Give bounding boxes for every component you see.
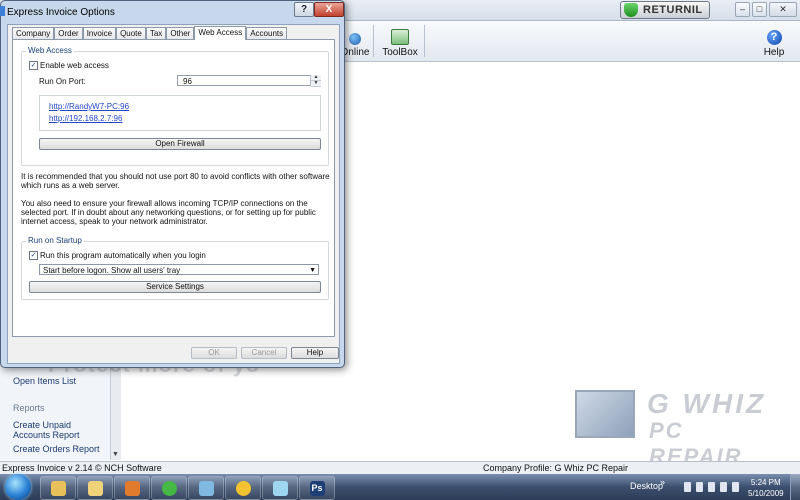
options-dialog: Express Invoice Options ? X Company Orde… bbox=[0, 0, 345, 368]
enable-web-access-checkbox[interactable]: ✓ bbox=[29, 61, 38, 70]
start-button[interactable] bbox=[5, 474, 31, 500]
web-access-group-label: Web Access bbox=[26, 46, 74, 55]
explorer-icon bbox=[87, 480, 103, 496]
run-on-login-checkbox[interactable]: ✓ bbox=[29, 251, 38, 260]
app-toolbar: Online ToolBox ? Help bbox=[340, 21, 800, 62]
tab-web-access[interactable]: Web Access bbox=[194, 26, 247, 40]
ok-button[interactable]: OK bbox=[191, 347, 237, 359]
port-label: Run On Port: bbox=[39, 77, 86, 86]
url-link-hostname[interactable]: http://RandyW7-PC:96 bbox=[49, 102, 129, 111]
service-settings-button[interactable]: Service Settings bbox=[29, 281, 321, 293]
taskbar-explorer[interactable] bbox=[77, 476, 113, 500]
dialog-title: Express Invoice Options bbox=[7, 7, 115, 18]
tray-network-icon[interactable] bbox=[684, 482, 691, 492]
toolbar-help-label: Help bbox=[763, 47, 785, 58]
toolbar-toolbox-label: ToolBox bbox=[382, 47, 418, 58]
tray-flag-icon[interactable] bbox=[708, 482, 715, 492]
toolbar-toolbox-button[interactable]: ToolBox bbox=[380, 21, 420, 61]
sidebar-heading-reports: Reports bbox=[13, 403, 45, 413]
toolbar-separator bbox=[424, 25, 425, 57]
returnil-badge[interactable]: RETURNIL bbox=[620, 1, 710, 19]
logo-line1: G WHIZ bbox=[647, 388, 767, 419]
spin-down-icon[interactable]: ▼ bbox=[311, 81, 321, 87]
port-input[interactable]: 96 bbox=[177, 75, 320, 86]
chevron-down-icon: ▼ bbox=[309, 267, 316, 274]
sidebar-item-orders-report[interactable]: Create Orders Report bbox=[13, 444, 100, 454]
toolbox-icon bbox=[391, 29, 409, 45]
startup-mode-value: Start before logon. Show all users' tray bbox=[43, 266, 181, 275]
open-firewall-button[interactable]: Open Firewall bbox=[39, 138, 321, 150]
dialog-close-button[interactable]: X bbox=[314, 2, 344, 17]
monitor-icon bbox=[575, 390, 635, 438]
taskbar-photoshop[interactable]: Ps bbox=[299, 476, 335, 500]
yahoo-icon bbox=[235, 480, 251, 496]
toolbar-help-button[interactable]: ? Help bbox=[758, 21, 790, 61]
tray-display-icon[interactable] bbox=[732, 482, 739, 492]
url-link-ip[interactable]: http://192.168.2.7:96 bbox=[49, 114, 122, 123]
scroll-down-icon[interactable]: ▼ bbox=[112, 451, 119, 458]
tray-volume-icon[interactable] bbox=[696, 482, 703, 492]
clock-date: 5/10/2009 bbox=[748, 489, 784, 498]
taskbar-clock[interactable]: 5:24 PM 5/10/2009 bbox=[748, 477, 784, 499]
app-icon bbox=[0, 6, 5, 16]
green-app-icon bbox=[161, 480, 177, 496]
startup-group-label: Run on Startup bbox=[26, 236, 84, 245]
taskbar-network[interactable] bbox=[188, 476, 224, 500]
globe-icon bbox=[349, 33, 361, 45]
status-company: Company Profile: G Whiz PC Repair bbox=[483, 463, 629, 473]
g-whiz-logo: G WHIZ PC REPAIR bbox=[575, 388, 785, 469]
taskbar-media[interactable] bbox=[114, 476, 150, 500]
returnil-label: RETURNIL bbox=[643, 4, 703, 16]
shield-icon bbox=[624, 3, 638, 17]
sidebar-item-unpaid-report[interactable]: Create Unpaid Accounts Report bbox=[13, 420, 105, 440]
taskbar: Ps Desktop » 5:24 PM 5/10/2009 bbox=[0, 474, 800, 500]
chevron-right-icon[interactable]: » bbox=[660, 477, 665, 487]
photoshop-icon: Ps bbox=[309, 480, 325, 496]
enable-web-access-label: Enable web access bbox=[40, 61, 109, 70]
minimize-button[interactable]: – bbox=[735, 2, 750, 17]
close-app-button[interactable]: ✕ bbox=[769, 2, 797, 17]
taskbar-yahoo[interactable] bbox=[225, 476, 261, 500]
network-icon bbox=[198, 480, 214, 496]
dialog-help-button[interactable]: ? bbox=[294, 2, 314, 17]
cancel-button[interactable]: Cancel bbox=[241, 347, 287, 359]
clock-time: 5:24 PM bbox=[750, 478, 781, 487]
url-list bbox=[39, 95, 321, 131]
port-note: It is recommended that you should not us… bbox=[21, 172, 330, 190]
show-desktop-button[interactable] bbox=[790, 474, 800, 500]
toolbar-separator bbox=[373, 25, 374, 57]
status-version: Express Invoice v 2.14 © NCH Software bbox=[2, 463, 162, 473]
firewall-note: You also need to ensure your firewall al… bbox=[21, 199, 316, 226]
port-stepper[interactable]: ▲ ▼ bbox=[310, 75, 321, 87]
help-icon: ? bbox=[766, 30, 782, 45]
taskbar-folder[interactable] bbox=[40, 476, 76, 500]
run-on-login-label: Run this program automatically when you … bbox=[40, 251, 206, 260]
status-bar: Express Invoice v 2.14 © NCH Software Co… bbox=[0, 461, 800, 474]
startup-mode-select[interactable]: Start before logon. Show all users' tray… bbox=[39, 264, 319, 275]
tray-power-icon[interactable] bbox=[720, 482, 727, 492]
notepad-icon bbox=[272, 480, 288, 496]
taskbar-notepad[interactable] bbox=[262, 476, 298, 500]
folder-icon bbox=[50, 480, 66, 496]
dialog-help-footer-button[interactable]: Help bbox=[291, 347, 339, 359]
taskbar-green-app[interactable] bbox=[151, 476, 187, 500]
maximize-button[interactable]: □ bbox=[752, 2, 767, 17]
desktop-toolbar-label[interactable]: Desktop bbox=[630, 481, 663, 491]
media-icon bbox=[124, 480, 140, 496]
tab-strip: Company Order Invoice Quote Tax Other We… bbox=[12, 26, 288, 40]
